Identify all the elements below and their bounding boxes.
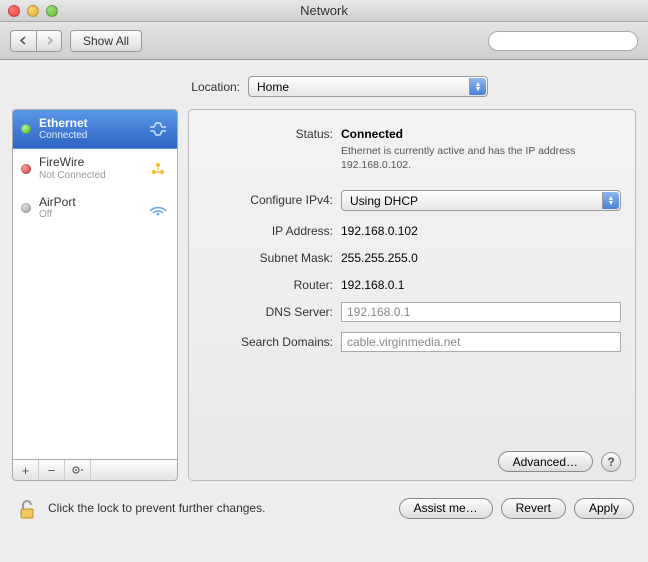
conn-status: Off	[39, 209, 139, 221]
conn-status: Connected	[39, 130, 139, 142]
location-value: Home	[257, 80, 289, 94]
conn-status: Not Connected	[39, 170, 139, 182]
main-content: Ethernet Connected FireWire Not Connecte…	[0, 109, 648, 489]
subnet-mask-label: Subnet Mask:	[203, 248, 333, 265]
location-label: Location:	[160, 80, 240, 94]
gear-icon	[71, 464, 85, 476]
sidebar-item-ethernet[interactable]: Ethernet Connected	[13, 110, 177, 149]
search-domains-label: Search Domains:	[203, 332, 333, 349]
zoom-window-button[interactable]	[46, 5, 58, 17]
location-row: Location: Home ▲▼	[0, 60, 648, 109]
firewire-icon	[147, 158, 169, 180]
sidebar: Ethernet Connected FireWire Not Connecte…	[12, 109, 178, 481]
status-dot-icon	[21, 164, 31, 174]
apply-button[interactable]: Apply	[574, 498, 634, 519]
sidebar-item-firewire[interactable]: FireWire Not Connected	[13, 149, 177, 188]
detail-panel: Status: Connected Ethernet is currently …	[188, 109, 636, 481]
close-window-button[interactable]	[8, 5, 20, 17]
status-description: Ethernet is currently active and has the…	[341, 145, 621, 172]
conn-name: Ethernet	[39, 116, 139, 130]
search-domains-input[interactable]	[341, 332, 621, 352]
search-field[interactable]	[488, 31, 638, 51]
subnet-mask-value: 255.255.255.0	[341, 248, 621, 265]
chevron-up-down-icon: ▲▼	[469, 78, 486, 95]
location-popup[interactable]: Home ▲▼	[248, 76, 488, 97]
help-button[interactable]: ?	[601, 452, 621, 472]
connection-list: Ethernet Connected FireWire Not Connecte…	[12, 109, 178, 459]
conn-name: AirPort	[39, 195, 139, 209]
router-label: Router:	[203, 275, 333, 292]
lock-icon[interactable]	[14, 495, 40, 521]
assist-me-button[interactable]: Assist me…	[399, 498, 493, 519]
advanced-button[interactable]: Advanced…	[498, 451, 593, 472]
configure-ipv4-popup[interactable]: Using DHCP ▲▼	[341, 190, 621, 211]
chevron-up-down-icon: ▲▼	[602, 192, 619, 209]
forward-button[interactable]	[36, 30, 62, 52]
status-value: Connected	[341, 127, 621, 141]
action-menu-button[interactable]	[65, 460, 91, 480]
status-dot-icon	[21, 124, 31, 134]
titlebar: Network	[0, 0, 648, 22]
lock-text: Click the lock to prevent further change…	[48, 501, 391, 515]
airport-icon	[147, 197, 169, 219]
configure-ipv4-value: Using DHCP	[350, 194, 418, 208]
add-connection-button[interactable]: +	[13, 460, 39, 480]
toolbar: Show All	[0, 22, 648, 60]
show-all-button[interactable]: Show All	[70, 30, 142, 52]
ethernet-icon	[147, 118, 169, 140]
bottom-bar: Click the lock to prevent further change…	[0, 489, 648, 531]
dns-server-label: DNS Server:	[203, 302, 333, 319]
conn-name: FireWire	[39, 155, 139, 169]
window-title: Network	[0, 3, 648, 18]
minimize-window-button[interactable]	[27, 5, 39, 17]
router-value: 192.168.0.1	[341, 275, 621, 292]
search-input[interactable]	[495, 35, 637, 47]
nav-buttons	[10, 30, 62, 52]
traffic-lights	[0, 5, 58, 17]
revert-button[interactable]: Revert	[501, 498, 566, 519]
ip-address-label: IP Address:	[203, 221, 333, 238]
ip-address-value: 192.168.0.102	[341, 221, 621, 238]
configure-ipv4-label: Configure IPv4:	[203, 190, 333, 207]
back-button[interactable]	[10, 30, 36, 52]
status-label: Status:	[203, 124, 333, 141]
dns-server-input[interactable]	[341, 302, 621, 322]
sidebar-item-airport[interactable]: AirPort Off	[13, 189, 177, 228]
sidebar-toolbar: + −	[12, 459, 178, 481]
remove-connection-button[interactable]: −	[39, 460, 65, 480]
status-dot-icon	[21, 203, 31, 213]
